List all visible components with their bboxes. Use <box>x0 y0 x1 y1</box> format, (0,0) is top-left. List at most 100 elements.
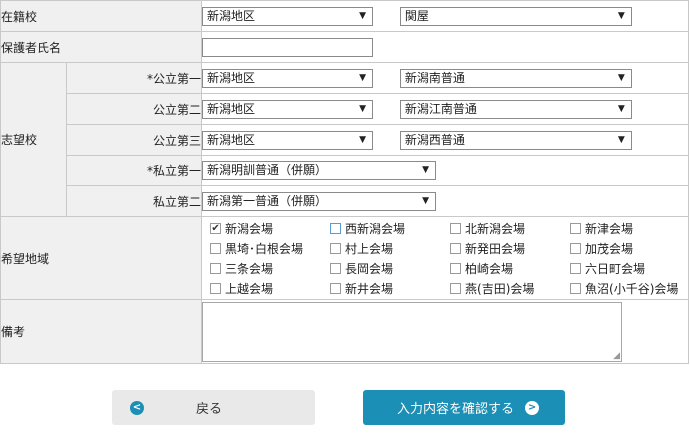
current-school-area-value: 新潟地区 <box>207 8 256 23</box>
chevron-right-circle-icon: > <box>525 400 540 415</box>
venue-label: 長岡会場 <box>345 261 394 276</box>
checkbox-icon[interactable] <box>450 282 462 294</box>
venue-label: 北新潟会場 <box>465 221 526 236</box>
venue-label: 新潟会場 <box>225 221 274 236</box>
venue-checkbox-niitsu[interactable]: 新津会場 <box>570 219 690 237</box>
preference-row-5: 私立第二 新潟第一普通（併願） ▼ <box>1 185 690 217</box>
checkbox-icon[interactable] <box>330 242 342 254</box>
preference-4-school-select[interactable]: 新潟明訓普通（併願） ▼ <box>202 161 437 180</box>
preference-1-school-select[interactable]: 新潟南普通 ▼ <box>399 68 632 88</box>
dropdown-arrow-icon: ▼ <box>617 72 625 83</box>
preference-row-2: 公立第二 新潟地区 ▼ 新潟江南普通 ▼ <box>1 93 690 125</box>
checkbox-icon[interactable] <box>210 242 222 254</box>
current-school-row: 在籍校 新潟地区 ▼ 関屋 ▼ <box>0 0 690 32</box>
venue-checkbox-muikamachi[interactable]: 六日町会場 <box>570 259 690 277</box>
checkbox-icon[interactable] <box>450 222 462 234</box>
venue-checkbox-murakami[interactable]: 村上会場 <box>330 239 450 257</box>
checkbox-icon[interactable] <box>450 242 462 254</box>
preference-1-school-value: 新潟南普通 <box>404 70 465 85</box>
preference-5-label: 私立第二 <box>65 185 203 217</box>
preference-row-1: 志望校 *公立第一 新潟地区 ▼ 新潟南普通 ▼ <box>0 62 690 217</box>
venue-checkbox-nishi-niigata[interactable]: 西新潟会場 <box>330 219 450 237</box>
venue-label: 柏崎会場 <box>465 261 514 276</box>
venue-label: 加茂会場 <box>585 241 634 256</box>
preference-2-school-value: 新潟江南普通 <box>404 101 477 116</box>
venues-row: 希望地域 ✔ 新潟会場 西新潟会場 北新潟会場 新津会場 黒埼･白根会場 村上会場… <box>0 216 690 300</box>
venue-checkbox-nagaoka[interactable]: 長岡会場 <box>330 259 450 277</box>
dropdown-arrow-icon: ▼ <box>617 10 625 21</box>
remarks-textarea[interactable]: ◢ <box>202 302 623 362</box>
checkbox-icon[interactable] <box>570 222 582 234</box>
chevron-left-circle-icon: < <box>130 400 144 415</box>
venue-label: 上越会場 <box>225 281 274 296</box>
application-form: 在籍校 新潟地区 ▼ 関屋 ▼ 保護者氏名 志望校 *公立第一 新潟地区 ▼ 新… <box>0 0 690 364</box>
checkbox-icon[interactable] <box>330 282 342 294</box>
venue-checkbox-kamo[interactable]: 加茂会場 <box>570 239 690 257</box>
preference-1-area-select[interactable]: 新潟地区 ▼ <box>202 68 374 88</box>
dropdown-arrow-icon: ▼ <box>359 103 367 114</box>
venue-checkbox-uonuma-ojiya[interactable]: 魚沼(小千谷)会場 <box>570 279 690 297</box>
preferences-label: 志望校 <box>0 62 67 217</box>
confirm-input-button[interactable]: 入力内容を確認する > <box>363 390 565 425</box>
preference-4-school-value: 新潟明訓普通（併願） <box>207 163 328 177</box>
remarks-row: 備考 ◢ <box>0 299 690 364</box>
checkbox-icon[interactable] <box>330 262 342 274</box>
venue-label: 六日町会場 <box>585 261 646 276</box>
preference-3-label: 公立第三 <box>65 124 203 156</box>
current-school-name-select[interactable]: 関屋 ▼ <box>399 6 632 26</box>
preference-2-school-select[interactable]: 新潟江南普通 ▼ <box>399 99 632 119</box>
checkbox-checked-icon[interactable]: ✔ <box>210 222 222 234</box>
checkbox-icon[interactable] <box>570 282 582 294</box>
resize-grip-icon[interactable]: ◢ <box>613 352 620 361</box>
dropdown-arrow-icon: ▼ <box>422 165 430 175</box>
preference-3-school-select[interactable]: 新潟西普通 ▼ <box>399 130 632 150</box>
preference-3-school-value: 新潟西普通 <box>404 132 465 147</box>
preference-4-label: *私立第一 <box>65 155 203 186</box>
venue-label: 新津会場 <box>585 221 634 236</box>
venue-label: 村上会場 <box>345 241 394 256</box>
preference-5-school-select[interactable]: 新潟第一普通（併願） ▼ <box>202 191 437 211</box>
venue-checkbox-shibata[interactable]: 新発田会場 <box>450 239 570 257</box>
back-button-label: 戻る <box>196 402 223 417</box>
remarks-label: 備考 <box>0 299 203 364</box>
venue-checkbox-kurosaki-shirone[interactable]: 黒埼･白根会場 <box>210 239 330 257</box>
preference-2-area-select[interactable]: 新潟地区 ▼ <box>202 99 374 119</box>
dropdown-arrow-icon: ▼ <box>617 134 625 145</box>
checkbox-icon[interactable] <box>330 222 342 234</box>
dropdown-arrow-icon: ▼ <box>359 134 367 145</box>
venue-checkbox-kashiwazaki[interactable]: 柏崎会場 <box>450 259 570 277</box>
venue-checkbox-joetsu[interactable]: 上越会場 <box>210 279 330 297</box>
confirm-button-label: 入力内容を確認する <box>397 402 515 417</box>
venue-checkbox-niigata[interactable]: ✔ 新潟会場 <box>210 219 330 237</box>
back-button[interactable]: < 戻る <box>112 390 315 425</box>
preference-5-school-value: 新潟第一普通（併願） <box>207 193 328 208</box>
venue-label: 新井会場 <box>345 281 394 296</box>
venue-label: 魚沼(小千谷)会場 <box>585 281 679 296</box>
checkbox-icon[interactable] <box>570 262 582 274</box>
checkbox-icon[interactable] <box>570 242 582 254</box>
checkbox-icon[interactable] <box>450 262 462 274</box>
guardian-name-input[interactable] <box>202 37 374 57</box>
current-school-name-value: 関屋 <box>404 8 429 23</box>
venue-checkbox-arai[interactable]: 新井会場 <box>330 279 450 297</box>
current-school-label: 在籍校 <box>0 0 203 32</box>
preference-2-area-value: 新潟地区 <box>207 101 256 116</box>
venue-label: 新発田会場 <box>465 241 526 256</box>
venue-label: 西新潟会場 <box>345 221 406 236</box>
guardian-row: 保護者氏名 <box>0 31 690 63</box>
guardian-label: 保護者氏名 <box>0 31 203 63</box>
venue-checkbox-grid: ✔ 新潟会場 西新潟会場 北新潟会場 新津会場 黒埼･白根会場 村上会場 新発田会… <box>207 217 688 299</box>
preference-3-area-value: 新潟地区 <box>207 132 256 147</box>
preference-1-area-value: 新潟地区 <box>207 70 256 85</box>
preference-3-area-select[interactable]: 新潟地区 ▼ <box>202 130 374 150</box>
venue-checkbox-kita-niigata[interactable]: 北新潟会場 <box>450 219 570 237</box>
preference-1-label: *公立第一 <box>65 62 203 94</box>
dropdown-arrow-icon: ▼ <box>359 72 367 83</box>
dropdown-arrow-icon: ▼ <box>422 195 430 206</box>
checkbox-icon[interactable] <box>210 262 222 274</box>
current-school-area-select[interactable]: 新潟地区 ▼ <box>202 6 374 26</box>
checkbox-icon[interactable] <box>210 282 222 294</box>
venue-checkbox-sanjo[interactable]: 三条会場 <box>210 259 330 277</box>
venue-checkbox-tsubame-yoshida[interactable]: 燕(吉田)会場 <box>450 279 570 297</box>
preference-row-4: *私立第一 新潟明訓普通（併願） ▼ <box>1 155 690 186</box>
